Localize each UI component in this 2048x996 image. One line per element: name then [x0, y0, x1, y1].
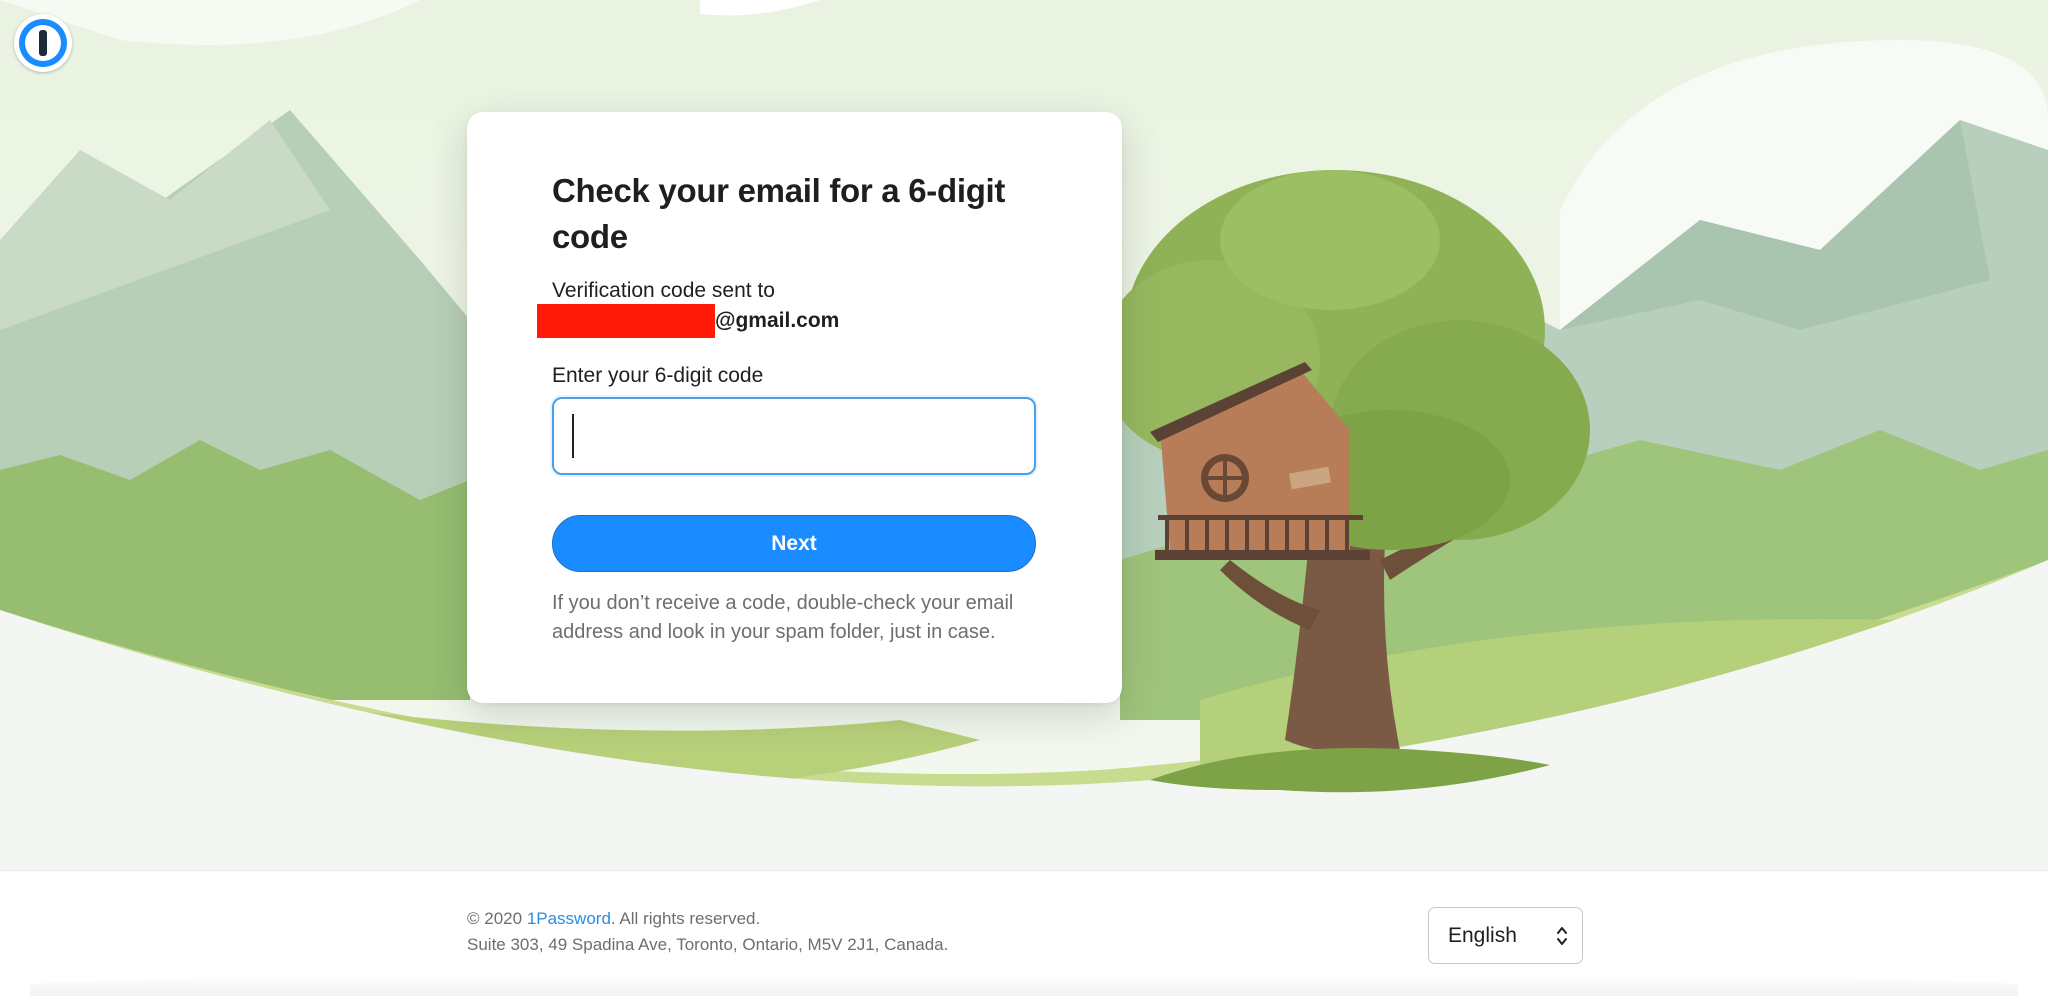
language-select[interactable]: English	[1428, 907, 1583, 964]
copyright-text: © 2020 1Password. All rights reserved.	[467, 909, 760, 929]
resend-hint-text: If you don’t receive a code, double-chec…	[552, 592, 1014, 643]
footer-shadow	[30, 974, 2018, 996]
verification-card: Check your email for a 6-digit code Veri…	[467, 112, 1122, 703]
code-field-label: Enter your 6-digit code	[552, 364, 764, 387]
company-address: Suite 303, 49 Spadina Ave, Toronto, Onta…	[467, 935, 949, 954]
1password-logo-icon	[19, 19, 67, 67]
chevron-up-down-icon	[1557, 927, 1567, 945]
copyright-suffix: . All rights reserved.	[610, 909, 761, 928]
verification-code-input[interactable]	[552, 397, 1036, 475]
verification-sent-label: Verification code sent to	[552, 279, 775, 302]
page-title: Check your email for a 6-digit code	[552, 172, 1006, 255]
page-footer: © 2020 1Password. All rights reserved. S…	[0, 870, 2048, 996]
next-button[interactable]: Next	[552, 515, 1036, 572]
language-select-value: English	[1448, 923, 1517, 947]
text-caret	[572, 414, 574, 458]
copyright-prefix: © 2020	[467, 909, 523, 928]
email-domain-text: @gmail.com	[715, 309, 840, 332]
email-redaction-box	[537, 304, 715, 338]
1password-link[interactable]: 1Password	[527, 909, 611, 928]
1password-logo-button[interactable]	[14, 14, 72, 72]
recipient-email: @gmail.com	[537, 304, 839, 338]
